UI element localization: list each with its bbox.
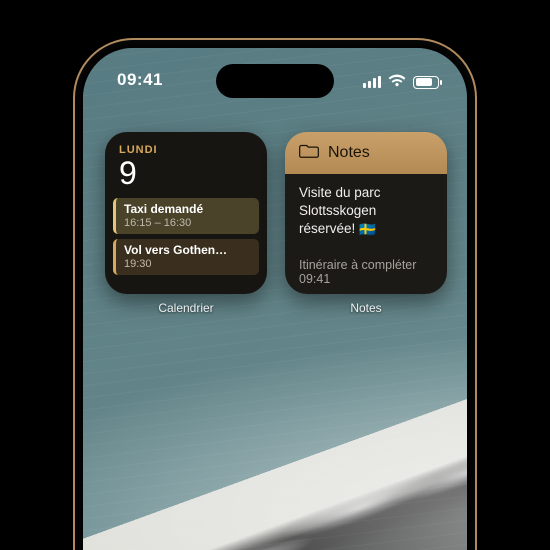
calendar-widget-label: Calendrier xyxy=(105,301,267,315)
calendar-event: Vol vers Gothen… 19:30 xyxy=(113,239,259,275)
event-title: Vol vers Gothen… xyxy=(124,243,251,257)
phone-screen: 09:41 LUNDI 9 xyxy=(83,48,467,550)
cellular-signal-icon xyxy=(363,76,381,88)
notes-widget[interactable]: Notes Visite du parc Slottsskogen réserv… xyxy=(285,132,447,294)
status-time: 09:41 xyxy=(117,70,163,90)
battery-icon xyxy=(413,76,439,89)
calendar-day-label: LUNDI xyxy=(119,144,253,156)
calendar-event: Taxi demandé 16:15 – 16:30 xyxy=(113,198,259,234)
folder-icon xyxy=(299,144,319,163)
event-time: 19:30 xyxy=(124,258,251,270)
note-timestamp: 09:41 xyxy=(299,272,433,286)
calendar-day-number: 9 xyxy=(119,157,253,189)
phone-frame: 09:41 LUNDI 9 xyxy=(75,40,475,550)
event-title: Taxi demandé xyxy=(124,202,251,216)
event-time: 16:15 – 16:30 xyxy=(124,217,251,229)
note-text: Visite du parc Slottsskogen réservée! 🇸🇪 xyxy=(299,184,433,237)
note-subtext: Itinéraire à compléter xyxy=(299,258,433,272)
notes-widget-label: Notes xyxy=(285,301,447,315)
calendar-widget[interactable]: LUNDI 9 Taxi demandé 16:15 – 16:30 Vol v… xyxy=(105,132,267,294)
flag-emoji: 🇸🇪 xyxy=(359,221,376,239)
wifi-icon xyxy=(388,72,406,92)
notes-header-title: Notes xyxy=(328,144,370,162)
status-bar: 09:41 xyxy=(83,66,467,96)
